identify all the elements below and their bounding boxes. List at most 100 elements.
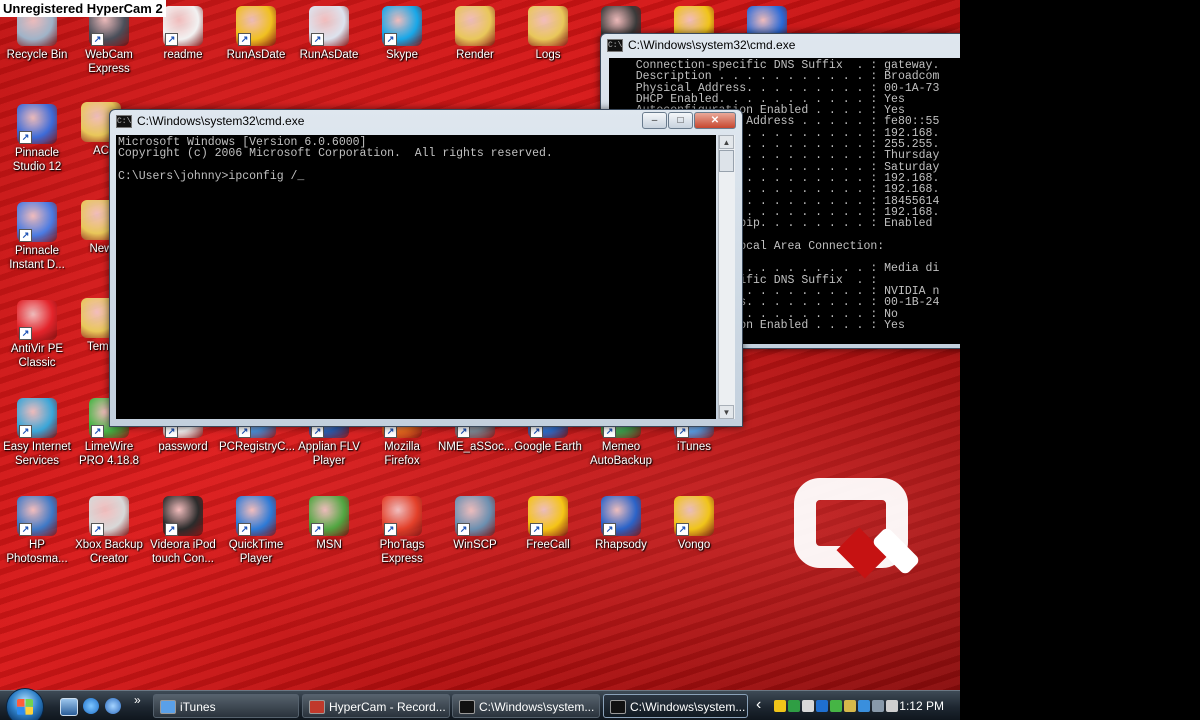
desktop-icon[interactable]: ↗ Xbox Backup Creator [72, 496, 146, 566]
desktop-icon[interactable]: ↗ FreeCall [511, 496, 585, 552]
desktop-icon-label: RunAsDate [299, 49, 359, 61]
taskbar: » iTunes HyperCam - Record... C:\Windows\s… [0, 688, 960, 720]
desktop-icon-label: Skype [386, 49, 418, 61]
show-desktop-icon[interactable] [60, 698, 78, 716]
tray-icon[interactable] [816, 700, 828, 712]
desktop-icon-label: Rhapsody [595, 539, 647, 551]
shortcut-arrow-icon: ↗ [530, 523, 543, 536]
desktop-icon-image: ↗ [17, 104, 57, 144]
taskbar-app-icon [610, 700, 626, 714]
tray-icon[interactable] [844, 700, 856, 712]
desktop-icon-label: Memeo AutoBackup [589, 441, 652, 467]
close-button[interactable]: ✕ [694, 112, 736, 129]
desktop-icon-image [455, 6, 495, 46]
taskbar-button-label: iTunes [180, 700, 216, 714]
desktop-icon-image: ↗ [17, 300, 57, 340]
desktop-icon[interactable]: ↗ Easy Internet Services [0, 398, 74, 468]
desktop-icon-image: ↗ [382, 496, 422, 536]
desktop-icon[interactable]: ↗ PhoTags Express [365, 496, 439, 566]
shortcut-arrow-icon: ↗ [457, 523, 470, 536]
shortcut-arrow-icon: ↗ [311, 33, 324, 46]
desktop-icon[interactable]: ↗ Rhapsody [584, 496, 658, 552]
desktop-icon-image: ↗ [309, 6, 349, 46]
taskbar-button[interactable]: C:\Windows\system... [452, 694, 600, 718]
desktop-icon-image: ↗ [382, 6, 422, 46]
desktop-icon[interactable]: ↗ Videora iPod touch Con... [146, 496, 220, 566]
desktop-icon[interactable]: ↗ AntiVir PE Classic [0, 300, 74, 370]
maximize-button[interactable]: □ [668, 112, 693, 129]
desktop-icon-image: ↗ [89, 496, 129, 536]
cmd-window-foreground[interactable]: C:\ C:\Windows\system32\cmd.exe – □ ✕ Micro… [109, 109, 743, 427]
desktop-icon-label: Render [456, 49, 494, 61]
desktop-icon[interactable]: ↗ RunAsDate [219, 6, 293, 62]
cmd-front-console[interactable]: Microsoft Windows [Version 6.0.6000] Copy… [116, 135, 716, 419]
tray-icon[interactable] [788, 700, 800, 712]
window-controls: – □ ✕ [641, 112, 736, 129]
taskbar-button-label: C:\Windows\system... [479, 700, 595, 714]
shortcut-arrow-icon: ↗ [238, 523, 251, 536]
taskbar-button[interactable]: iTunes [153, 694, 299, 718]
switch-windows-icon[interactable] [105, 698, 121, 714]
desktop-icon[interactable]: ↗ QuickTime Player [219, 496, 293, 566]
desktop-icon[interactable]: ↗ HP Photosma... [0, 496, 74, 566]
console-line: Description . . . . . . . . . . . : Broa… [615, 70, 940, 84]
tray-icon[interactable] [886, 700, 898, 712]
quicklaunch-overflow[interactable]: » [134, 693, 141, 707]
shortcut-arrow-icon: ↗ [676, 523, 689, 536]
desktop-icon-label: NME_aSSoc... [438, 441, 514, 453]
shortcut-arrow-icon: ↗ [311, 523, 324, 536]
desktop-icon[interactable]: ↗ Skype [365, 6, 439, 62]
desktop-icon-label: AntiVir PE Classic [10, 343, 64, 369]
cmd-back-titlebar[interactable]: C:\ C:\Windows\system32\cmd.exe [601, 34, 960, 56]
desktop-icon-label: Mozilla Firefox [384, 441, 420, 467]
scroll-thumb[interactable] [719, 150, 734, 172]
desktop-icon-label: Recycle Bin [6, 49, 68, 61]
scroll-up-button[interactable]: ▲ [719, 135, 734, 149]
desktop-icon-label: Pinnacle Instant D... [9, 245, 65, 271]
shortcut-arrow-icon: ↗ [91, 425, 104, 438]
shortcut-arrow-icon: ↗ [19, 425, 32, 438]
desktop-icon[interactable]: Render [438, 6, 512, 62]
desktop-icon-label: MSN [316, 539, 342, 551]
desktop-icon-image: ↗ [601, 496, 641, 536]
desktop-icon[interactable]: ↗ MSN [292, 496, 366, 552]
desktop-icon[interactable]: ↗ Pinnacle Studio 12 [0, 104, 74, 174]
desktop-icon-label: HP Photosma... [6, 539, 68, 565]
tray-icon[interactable] [858, 700, 870, 712]
shortcut-arrow-icon: ↗ [19, 523, 32, 536]
internet-explorer-icon[interactable] [83, 698, 99, 714]
desktop-icon-label: readme [163, 49, 203, 61]
desktop-icon-label: Vongo [677, 539, 711, 551]
desktop-icon[interactable]: ↗ Vongo [657, 496, 731, 552]
tray-icon[interactable] [774, 700, 786, 712]
desktop-icon[interactable]: ↗ Pinnacle Instant D... [0, 202, 74, 272]
tray-icon[interactable] [830, 700, 842, 712]
clock[interactable]: 1:12 PM [899, 691, 944, 720]
desktop-icon-image: ↗ [236, 496, 276, 536]
vertical-scrollbar[interactable]: ▲ ▼ [718, 135, 735, 419]
cmd-icon: C:\ [607, 39, 623, 53]
desktop-icon[interactable]: Logs [511, 6, 585, 62]
system-tray: ‹ 1:12 PM [750, 691, 960, 720]
desktop-icon-image: ↗ [309, 496, 349, 536]
tray-icon[interactable] [802, 700, 814, 712]
start-button[interactable] [6, 688, 44, 720]
scroll-down-button[interactable]: ▼ [719, 405, 734, 419]
desktop-icon-label: FreeCall [526, 539, 570, 551]
shortcut-arrow-icon: ↗ [165, 33, 178, 46]
desktop-icon-label: RunAsDate [226, 49, 286, 61]
tray-icon[interactable] [872, 700, 884, 712]
desktop-icon-image: ↗ [163, 6, 203, 46]
desktop-icon-image: ↗ [455, 496, 495, 536]
desktop-icon[interactable]: ↗ RunAsDate [292, 6, 366, 62]
shortcut-arrow-icon: ↗ [384, 33, 397, 46]
desktop-icon-image: ↗ [17, 398, 57, 438]
desktop-icon[interactable]: ↗ WinSCP [438, 496, 512, 552]
desktop-icon-image: ↗ [163, 496, 203, 536]
desktop-icon-label: Videora iPod touch Con... [150, 539, 216, 565]
tray-expand-chevron[interactable]: ‹ [756, 696, 761, 714]
taskbar-button[interactable]: C:\Windows\system... [603, 694, 748, 718]
taskbar-button-label: HyperCam - Record... [329, 700, 446, 714]
taskbar-button[interactable]: HyperCam - Record... [302, 694, 450, 718]
minimize-button[interactable]: – [642, 112, 667, 129]
